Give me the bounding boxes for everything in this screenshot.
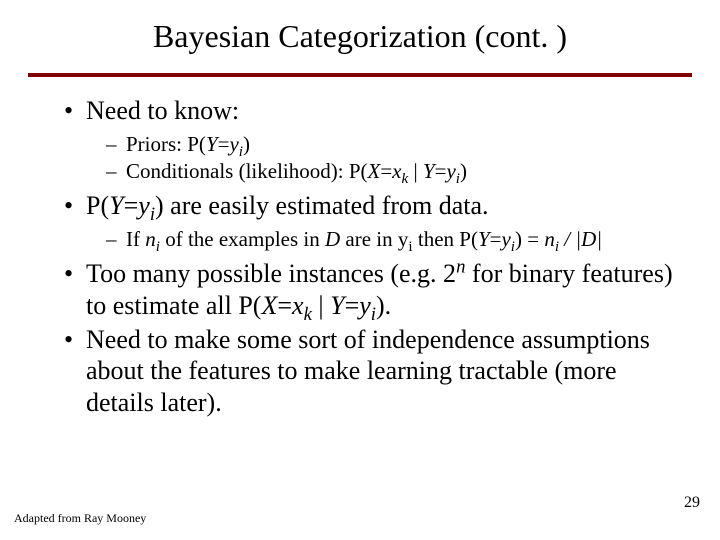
var-X: X (368, 159, 381, 183)
t: of the examples in (160, 227, 325, 251)
var-y: y (229, 132, 238, 156)
t: | (596, 227, 602, 251)
t: are in y (340, 227, 408, 251)
t: Conditionals (likelihood): P( (126, 159, 368, 183)
var-y: y (138, 191, 150, 220)
var-x: x (392, 159, 401, 183)
t: = (277, 291, 292, 320)
sub-list: Priors: P(Y=yi) Conditionals (likelihood… (86, 131, 680, 185)
t: | (408, 159, 423, 183)
sub-k: k (304, 304, 312, 325)
t: | (312, 291, 330, 320)
bullet-list: Need to know: Priors: P(Y=yi) Conditiona… (60, 95, 680, 419)
t: P( (86, 191, 109, 220)
t: ) (243, 132, 250, 156)
var-Y: Y (330, 291, 344, 320)
bullet-too-many: Too many possible instances (e.g. 2n for… (60, 258, 680, 321)
var-Y: Y (478, 227, 490, 251)
var-D: D (581, 227, 596, 251)
var-D: D (325, 227, 340, 251)
var-y: y (446, 159, 455, 183)
var-Y: Y (109, 191, 123, 220)
slide: Bayesian Categorization (cont. ) Need to… (0, 0, 720, 540)
var-x: x (292, 291, 304, 320)
t: = (435, 159, 447, 183)
t: then P( (413, 227, 478, 251)
t: Need to make some sort of independence a… (86, 325, 650, 417)
var-X: X (261, 291, 277, 320)
bullet-independence: Need to make some sort of independence a… (60, 324, 680, 419)
t: ) are easily estimated from data. (155, 191, 489, 220)
sub-if-ni: If ni of the examples in D are in yi the… (106, 226, 680, 252)
t: = (124, 191, 139, 220)
var-y: y (359, 291, 371, 320)
t: / | (559, 227, 581, 251)
bullet-easily-estimated: P(Y=yi) are easily estimated from data. … (60, 190, 680, 252)
t: = (490, 227, 502, 251)
bullet-need-to-know: Need to know: Priors: P(Y=yi) Conditiona… (60, 95, 680, 184)
t: Too many possible instances (e.g. 2 (86, 259, 456, 288)
var-Y: Y (206, 132, 218, 156)
var-n: n (544, 227, 555, 251)
t: If (126, 227, 145, 251)
t: ) (460, 159, 467, 183)
slide-content: Need to know: Priors: P(Y=yi) Conditiona… (0, 95, 720, 419)
t: = (345, 291, 360, 320)
t: = (218, 132, 230, 156)
var-Y: Y (423, 159, 435, 183)
slide-number: 29 (684, 494, 700, 512)
title-divider (28, 73, 692, 77)
t: ). (376, 291, 391, 320)
sub-priors: Priors: P(Y=yi) (106, 131, 680, 157)
sub-list: If ni of the examples in D are in yi the… (86, 226, 680, 252)
var-n: n (145, 227, 156, 251)
t: Priors: P( (126, 132, 206, 156)
t: = (380, 159, 392, 183)
slide-title: Bayesian Categorization (cont. ) (0, 0, 720, 67)
footer-attribution: Adapted from Ray Mooney (14, 511, 146, 526)
t: ) = (515, 227, 544, 251)
text: Need to know: (86, 96, 239, 125)
var-y: y (501, 227, 510, 251)
sub-conditionals: Conditionals (likelihood): P(X=xk | Y=yi… (106, 158, 680, 184)
